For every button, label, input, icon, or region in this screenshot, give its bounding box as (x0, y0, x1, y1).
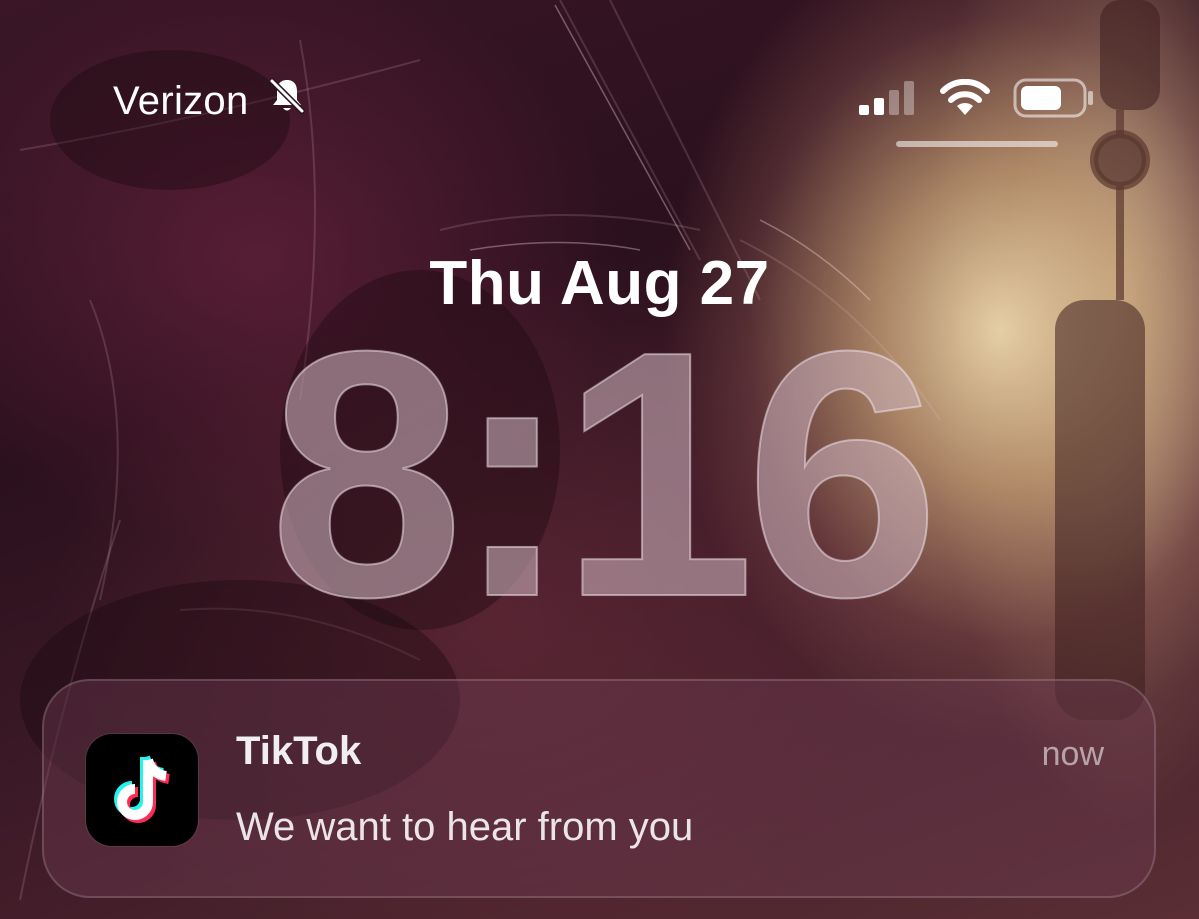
cellular-signal-icon (859, 81, 917, 119)
top-indicator-bar (896, 141, 1058, 147)
status-bar-right (859, 78, 1095, 122)
carrier-name: Verizon (113, 78, 249, 123)
lock-screen: Verizon Thu Aug 27 8:16 TikTok now We wa… (0, 0, 1199, 919)
notification-card[interactable]: TikTok now We want to hear from you (42, 679, 1156, 898)
wifi-icon (939, 78, 991, 121)
battery-icon (1013, 78, 1095, 122)
notification-message: We want to hear from you (236, 805, 694, 849)
lock-screen-clock: 8:16 (268, 279, 941, 670)
notification-timestamp: now (1041, 735, 1104, 773)
bell-slash-icon (267, 76, 307, 126)
notification-app-name: TikTok (236, 729, 362, 773)
tiktok-icon (86, 734, 198, 846)
status-bar-carrier: Verizon (113, 76, 307, 126)
